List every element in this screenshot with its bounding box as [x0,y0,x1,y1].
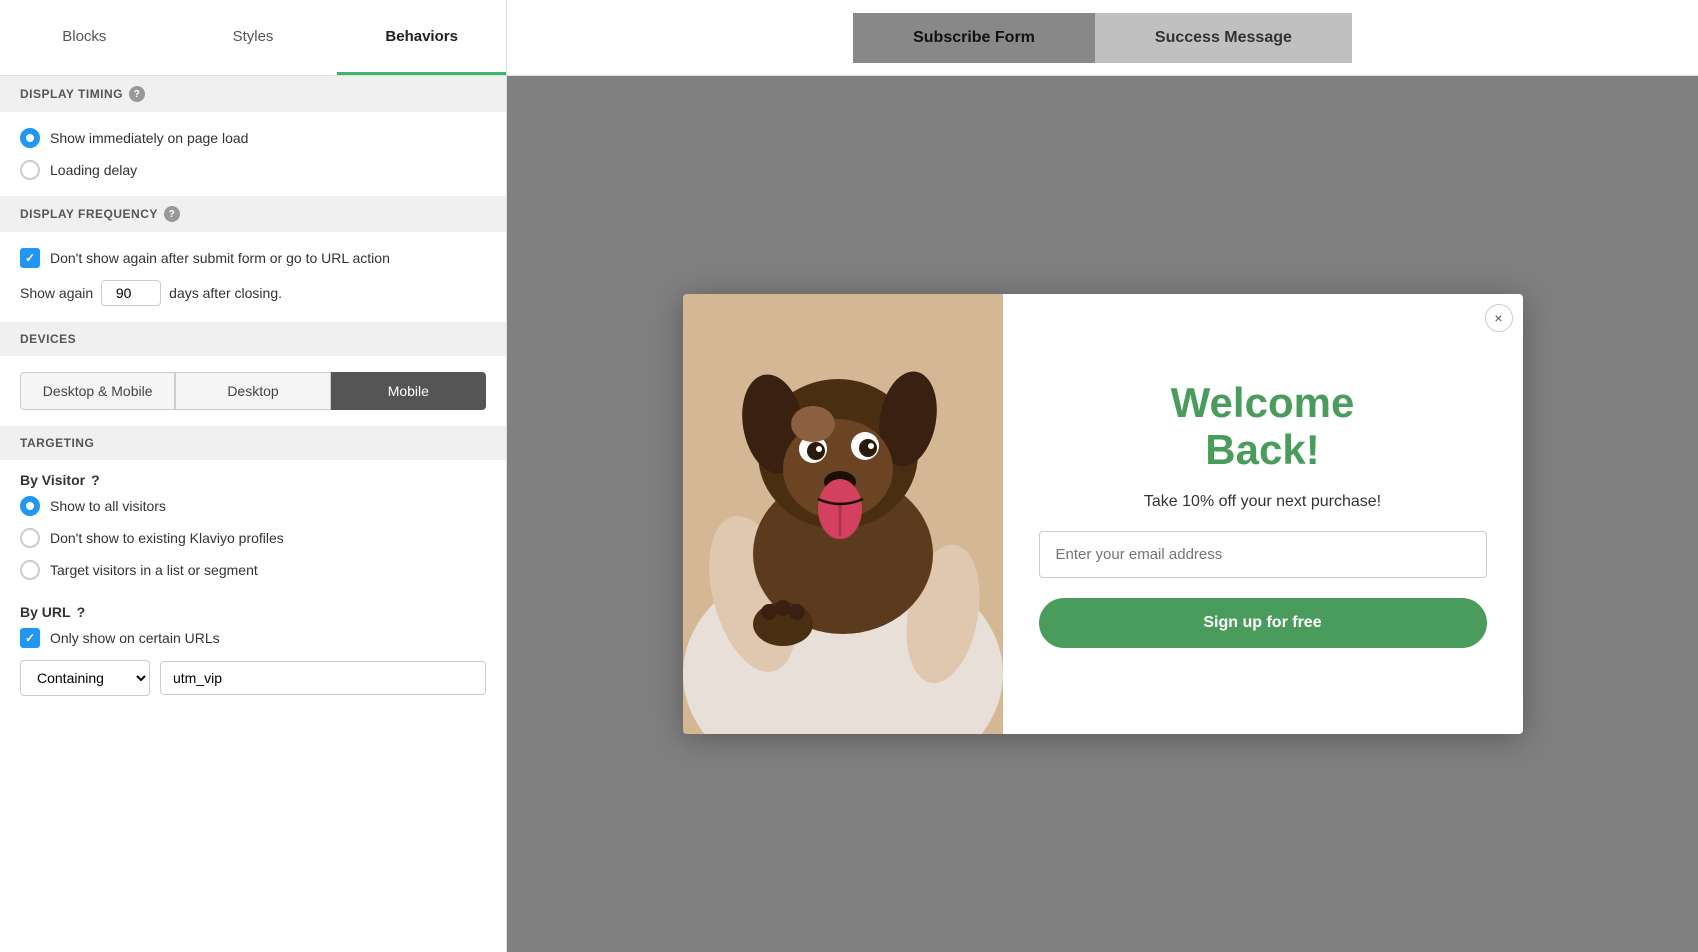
device-btn-mobile[interactable]: Mobile [331,372,486,410]
by-visitor-help-icon[interactable]: ? [91,472,100,488]
display-timing-help-icon[interactable]: ? [129,86,145,102]
no-klaviyo-radio[interactable] [20,528,40,548]
dont-show-again-option[interactable]: Don't show again after submit form or go… [20,248,486,268]
popup-close-button[interactable]: × [1485,304,1513,332]
device-btn-desktop-mobile[interactable]: Desktop & Mobile [20,372,175,410]
popup-email-input[interactable] [1039,531,1487,578]
by-url-help-icon[interactable]: ? [77,604,86,620]
no-klaviyo-option[interactable]: Don't show to existing Klaviyo profiles [20,528,486,548]
target-segment-option[interactable]: Target visitors in a list or segment [20,560,486,580]
display-timing-label: DISPLAY TIMING [20,87,123,101]
by-url-text: By URL [20,604,71,620]
target-segment-radio[interactable] [20,560,40,580]
display-timing-content: Show immediately on page load Loading de… [0,112,506,196]
popup-container: × [683,294,1523,734]
popup-content: WelcomeBack! Take 10% off your next purc… [1003,294,1523,734]
only-certain-urls-label: Only show on certain URLs [50,630,220,646]
display-frequency-help-icon[interactable]: ? [164,206,180,222]
targeting-label: TARGETING [20,436,94,450]
devices-label: DEVICES [20,332,76,346]
display-frequency-section: DISPLAY FREQUENCY ? [0,196,506,232]
targeting-section: TARGETING [0,426,506,460]
all-visitors-radio[interactable] [20,496,40,516]
url-filter-input[interactable] [160,661,486,695]
url-filter-select[interactable]: Containing Equals Starts with [20,660,150,696]
tab-subscribe-form[interactable]: Subscribe Form [853,13,1095,63]
no-klaviyo-label: Don't show to existing Klaviyo profiles [50,530,284,546]
display-timing-section: DISPLAY TIMING ? [0,76,506,112]
popup-subtitle: Take 10% off your next purchase! [1144,493,1381,511]
show-again-text: Show again [20,285,93,301]
loading-delay-label: Loading delay [50,162,137,178]
only-certain-urls-checkbox[interactable] [20,628,40,648]
url-filter-row: Containing Equals Starts with [20,660,486,696]
left-tab-group: Blocks Styles Behaviors [0,0,507,75]
popup-submit-button[interactable]: Sign up for free [1039,598,1487,648]
all-visitors-option[interactable]: Show to all visitors [20,496,486,516]
device-button-group: Desktop & Mobile Desktop Mobile [0,356,506,426]
dont-show-again-checkbox[interactable] [20,248,40,268]
right-tab-group: Subscribe Form Success Message [507,0,1698,75]
show-again-row: Show again days after closing. [20,280,486,306]
visitor-options: Show to all visitors Don't show to exist… [0,496,506,592]
by-url-label: By URL ? [0,592,506,628]
devices-section: DEVICES [0,322,506,356]
show-immediately-label: Show immediately on page load [50,130,248,146]
by-visitor-label: By Visitor ? [0,460,506,496]
tab-success-message[interactable]: Success Message [1095,13,1352,63]
loading-delay-option[interactable]: Loading delay [20,160,486,180]
display-frequency-label: DISPLAY FREQUENCY [20,207,158,221]
show-immediately-radio[interactable] [20,128,40,148]
dont-show-again-label: Don't show again after submit form or go… [50,250,390,266]
top-nav: Blocks Styles Behaviors Subscribe Form S… [0,0,1698,76]
show-immediately-option[interactable]: Show immediately on page load [20,128,486,148]
loading-delay-radio[interactable] [20,160,40,180]
days-input[interactable] [101,280,161,306]
main-layout: DISPLAY TIMING ? Show immediately on pag… [0,76,1698,952]
dog-image-placeholder [683,294,1003,734]
display-frequency-content: Don't show again after submit form or go… [0,232,506,322]
left-panel: DISPLAY TIMING ? Show immediately on pag… [0,76,507,952]
all-visitors-label: Show to all visitors [50,498,166,514]
device-btn-desktop[interactable]: Desktop [175,372,330,410]
by-visitor-text: By Visitor [20,472,85,488]
popup-image [683,294,1003,734]
tab-blocks[interactable]: Blocks [0,0,169,75]
tab-behaviors[interactable]: Behaviors [337,0,506,75]
preview-area: × [507,76,1698,952]
after-closing-text: days after closing. [169,285,282,301]
tab-styles[interactable]: Styles [169,0,338,75]
popup-title: WelcomeBack! [1171,380,1355,472]
only-certain-urls-option[interactable]: Only show on certain URLs [20,628,486,648]
target-segment-label: Target visitors in a list or segment [50,562,258,578]
url-options: Only show on certain URLs Containing Equ… [0,628,506,708]
